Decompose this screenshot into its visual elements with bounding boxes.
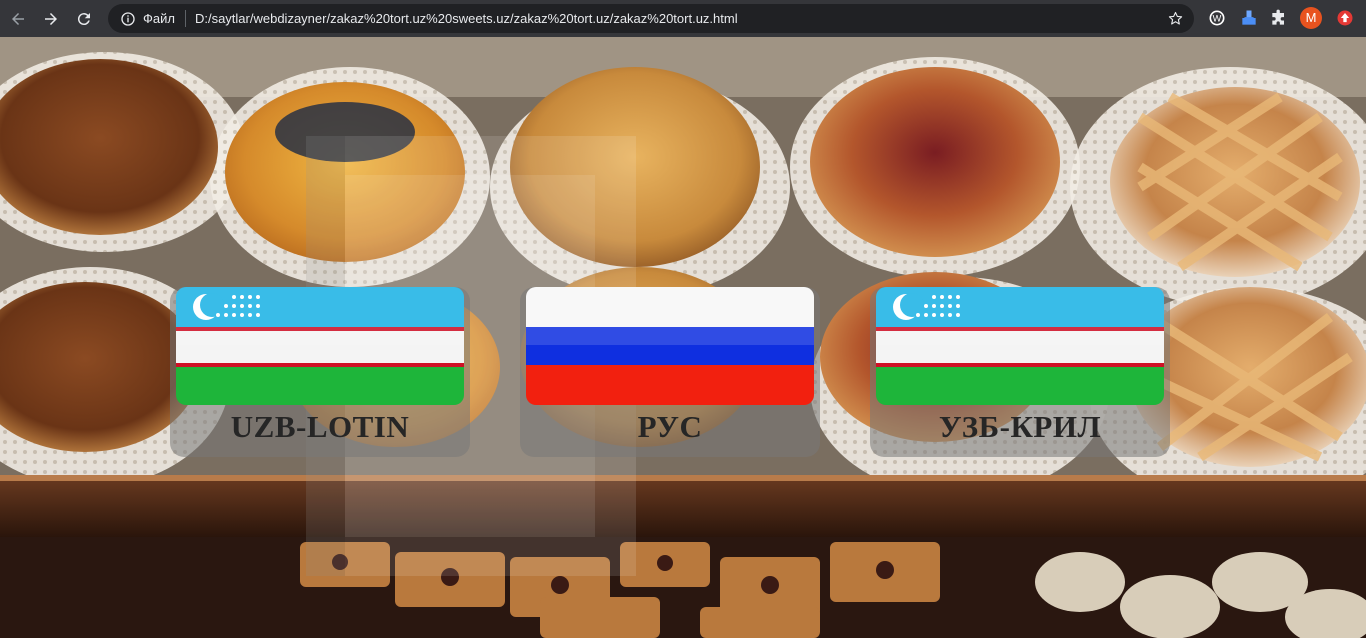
address-separator bbox=[184, 10, 186, 27]
language-card-uzb-kril[interactable]: УЗБ-КРИЛ bbox=[870, 287, 1170, 457]
language-label-uzb-kril: УЗБ-КРИЛ bbox=[938, 409, 1102, 444]
back-button[interactable] bbox=[3, 4, 33, 34]
forward-button[interactable] bbox=[36, 4, 66, 34]
translate-extension-icon[interactable]: W bbox=[1206, 7, 1228, 29]
page-content: UZB-LOTIN РУС УЗБ-КРИЛ bbox=[0, 37, 1366, 638]
url-text[interactable]: D:/saytlar/webdizayner/zakaz%20tort.uz%2… bbox=[195, 11, 738, 26]
uzbekistan-flag-icon bbox=[876, 287, 1164, 405]
scheme-label: Файл bbox=[143, 11, 175, 26]
browser-toolbar: Файл D:/saytlar/webdizayner/zakaz%20tort… bbox=[0, 0, 1366, 37]
forward-arrow-icon bbox=[45, 12, 57, 25]
language-card-rus[interactable]: РУС bbox=[520, 287, 820, 457]
reload-button[interactable] bbox=[69, 4, 99, 34]
star-icon[interactable] bbox=[1167, 10, 1184, 27]
profile-avatar[interactable]: M bbox=[1300, 7, 1322, 29]
language-label-uzb-lotin: UZB-LOTIN bbox=[230, 409, 410, 444]
puzzle-icon[interactable] bbox=[1268, 7, 1290, 29]
info-icon[interactable] bbox=[120, 11, 136, 27]
upload-extension-icon[interactable] bbox=[1334, 7, 1356, 29]
svg-text:W: W bbox=[1213, 13, 1222, 23]
language-card-uzb-lotin[interactable]: UZB-LOTIN bbox=[170, 287, 470, 457]
address-bar[interactable]: Файл D:/saytlar/webdizayner/zakaz%20tort… bbox=[108, 4, 1194, 33]
language-label-rus: РУС bbox=[637, 409, 703, 444]
russia-flag-icon bbox=[526, 287, 814, 405]
reload-icon bbox=[77, 12, 90, 25]
back-arrow-icon bbox=[12, 12, 24, 25]
uzbekistan-flag-icon bbox=[176, 287, 464, 405]
download-extension-icon[interactable] bbox=[1238, 7, 1260, 29]
